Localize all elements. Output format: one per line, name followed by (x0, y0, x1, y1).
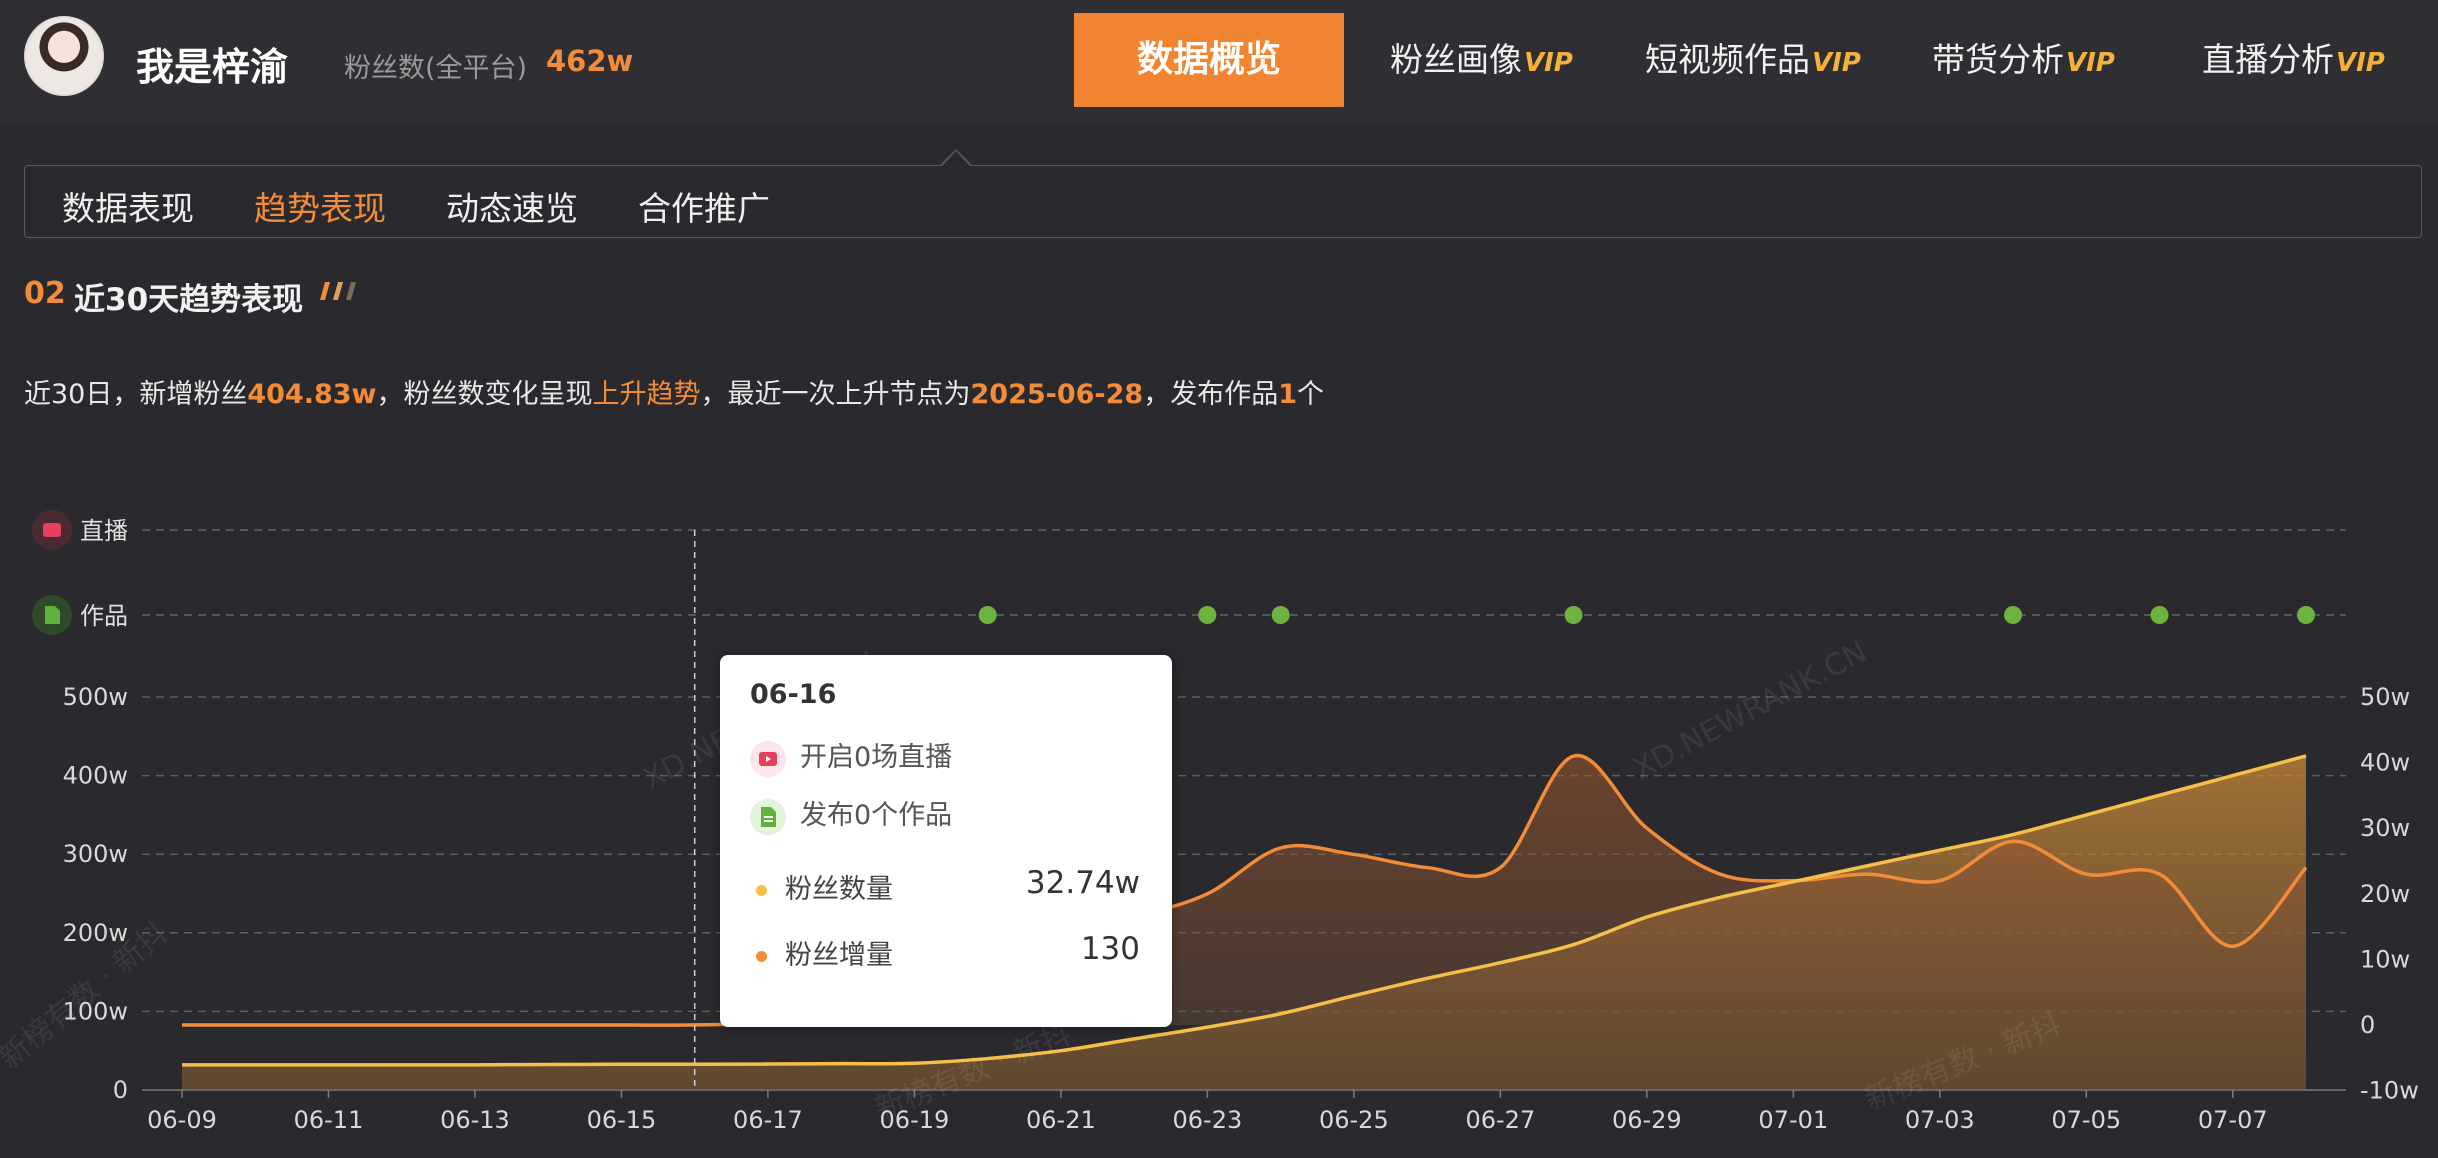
fans-count-value: 462w (546, 44, 634, 78)
x-axis-tick-label: 07-05 (2051, 1106, 2121, 1134)
x-axis-tick-label: 06-09 (147, 1106, 217, 1134)
tooltip-date: 06-16 (750, 679, 837, 710)
sub-tab-pointer-inner (942, 151, 970, 166)
vip-badge: VIP (1524, 48, 1573, 78)
left-axis-tick-label: 200w (63, 919, 128, 947)
tab-fan-profile[interactable]: 粉丝画像VIP (1390, 13, 1573, 107)
tooltip-works-text: 发布0个作品 (800, 800, 953, 831)
tab-short-videos[interactable]: 短视频作品VIP (1645, 13, 1861, 107)
subtab-activity-overview[interactable]: 动态速览 (446, 182, 578, 230)
increment-series-dot (756, 951, 767, 962)
work-event-dot (1198, 606, 1217, 624)
summary-trend: 上升趋势 (592, 379, 701, 410)
trend-summary: 近30日，新增粉丝404.83w，粉丝数变化呈现上升趋势，最近一次上升节点为20… (24, 372, 1324, 411)
vip-badge: VIP (1812, 48, 1861, 78)
summary-text: ，粉丝数变化呈现 (376, 379, 593, 410)
vip-badge: VIP (2066, 48, 2115, 78)
tooltip-works-row: 发布0个作品 (750, 793, 952, 835)
left-axis-tick-label: 300w (63, 840, 128, 868)
tooltip-fans-row: 粉丝数量 32.74w (756, 865, 1140, 906)
tooltip-fans-label: 粉丝数量 (785, 874, 893, 905)
tab-live-analysis[interactable]: 直播分析VIP (2202, 13, 2385, 107)
left-axis-tick-label: 400w (63, 762, 128, 790)
right-axis-tick-label: 30w (2360, 814, 2410, 842)
section-title: 近30天趋势表现 (74, 282, 304, 318)
tab-label: 短视频作品 (1645, 40, 1810, 79)
x-axis-tick-label: 06-11 (294, 1106, 364, 1134)
summary-last-rise-date: 2025-06-28 (970, 379, 1144, 410)
right-axis-tick-label: 0 (2360, 1011, 2375, 1039)
avatar[interactable] (24, 16, 104, 96)
x-axis-tick-label: 06-23 (1173, 1106, 1243, 1134)
summary-text: ，发布作品 (1143, 379, 1279, 410)
work-event-dot (978, 606, 997, 624)
event-row-label: 作品 (80, 602, 128, 630)
work-event-dot (2004, 606, 2023, 624)
x-axis-tick-label: 06-29 (1612, 1106, 1682, 1134)
summary-works-count: 1 (1278, 379, 1298, 410)
tab-label: 带货分析 (1932, 40, 2064, 79)
tab-data-overview[interactable]: 数据概览 (1074, 13, 1344, 107)
x-axis-tick-label: 07-07 (2198, 1106, 2268, 1134)
subtab-data-performance[interactable]: 数据表现 (62, 182, 194, 230)
summary-text: ，最近一次上升节点为 (700, 379, 971, 410)
x-axis-tick-label: 07-01 (1758, 1106, 1828, 1134)
left-axis-tick-label: 0 (113, 1076, 128, 1104)
fans-series-dot (756, 885, 767, 896)
title-decoration-icon (320, 282, 356, 300)
x-axis-tick-label: 06-13 (440, 1106, 510, 1134)
live-icon (43, 523, 61, 537)
tooltip-fans-value: 32.74w (1025, 865, 1140, 901)
right-axis-tick-label: 40w (2360, 749, 2410, 777)
left-axis-tick-label: 500w (63, 683, 128, 711)
work-event-dot (2150, 606, 2169, 624)
tooltip-live-row: 开启0场直播 (750, 735, 952, 777)
work-event-dot (1271, 606, 1290, 624)
tab-label: 直播分析 (2202, 40, 2334, 79)
summary-text: 个 (1297, 379, 1325, 410)
tab-sales-analysis[interactable]: 带货分析VIP (1932, 13, 2115, 107)
tooltip-increment-row: 粉丝增量 130 (756, 931, 1140, 972)
right-axis-tick-label: 20w (2360, 880, 2410, 908)
account-name: 我是梓渝 (136, 45, 289, 89)
work-event-dot (2297, 606, 2315, 624)
subtab-cooperation[interactable]: 合作推广 (638, 182, 770, 230)
tab-label: 数据概览 (1136, 39, 1281, 80)
work-event-dot (1564, 606, 1583, 624)
right-axis-tick-label: -10w (2360, 1077, 2419, 1105)
tab-label: 粉丝画像 (1390, 40, 1522, 79)
trend-chart[interactable]: 直播作品0100w200w300w400w500w-10w010w20w30w4… (0, 490, 2438, 1158)
event-row-label: 直播 (80, 517, 128, 545)
summary-new-fans: 404.83w (247, 379, 377, 410)
watermark: XD.NEWRANK.CN (1627, 634, 1873, 787)
chart-tooltip: 06-16 开启0场直播 发布0个作品 粉丝数量 32.74w 粉丝增量 130 (720, 655, 1172, 1027)
live-icon (750, 740, 786, 777)
section-number: 02 (24, 276, 66, 311)
x-axis-tick-label: 06-25 (1319, 1106, 1389, 1134)
x-axis-tick-label: 06-21 (1026, 1106, 1096, 1134)
fans-count-label: 粉丝数(全平台) (344, 53, 528, 84)
subtab-trend-performance[interactable]: 趋势表现 (254, 182, 386, 230)
x-axis-tick-label: 06-17 (733, 1106, 803, 1134)
document-icon (750, 798, 786, 835)
summary-text: 近30日，新增粉丝 (24, 379, 248, 410)
right-axis-tick-label: 10w (2360, 945, 2410, 973)
vip-badge: VIP (2336, 48, 2385, 78)
increment-area (182, 755, 2306, 1026)
tooltip-live-text: 开启0场直播 (800, 742, 953, 773)
x-axis-tick-label: 06-27 (1465, 1106, 1535, 1134)
tooltip-increment-label: 粉丝增量 (785, 940, 893, 971)
right-axis-tick-label: 50w (2360, 683, 2410, 711)
tooltip-increment-value: 130 (1080, 931, 1140, 967)
x-axis-tick-label: 07-03 (1905, 1106, 1975, 1134)
x-axis-tick-label: 06-15 (587, 1106, 657, 1134)
